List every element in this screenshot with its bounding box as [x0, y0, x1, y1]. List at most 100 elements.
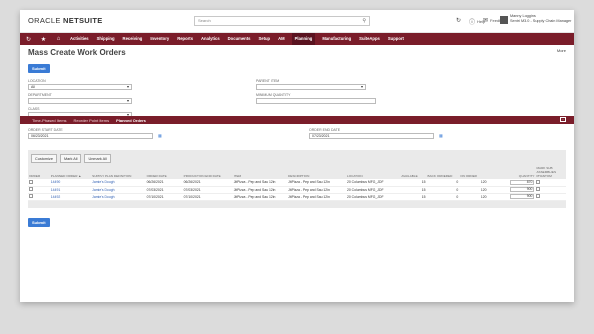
user-role: Sentri M3.0 - Supply Chain Manager	[510, 19, 572, 23]
description: JitPizza - Pep and Sau 12in	[287, 186, 346, 194]
calendar-icon[interactable]: ▦	[439, 133, 443, 138]
nav-reports[interactable]: Reports	[176, 33, 194, 45]
order-date: 07/03/2021	[145, 186, 183, 194]
nav-manufacturing[interactable]: Manufacturing	[321, 33, 352, 45]
quantity-input[interactable]: 900	[510, 187, 535, 192]
location: 20 Columbus MFG_JDF	[345, 179, 401, 187]
nav-suiteapps[interactable]: SuiteApps	[358, 33, 381, 45]
order-start-date-label: ORDER START DATE	[28, 128, 63, 132]
avatar[interactable]	[500, 16, 508, 24]
production-end-date: 07/10/2021	[182, 193, 233, 201]
production-end-date: 07/03/2021	[182, 186, 233, 194]
mark-all-button[interactable]: Mark All	[59, 154, 82, 163]
tab-reorder-point-items[interactable]: Reorder Point Items	[74, 118, 110, 123]
nav-am[interactable]: AM	[277, 33, 286, 45]
on-order: 120	[459, 193, 488, 201]
more-link[interactable]: More	[557, 48, 566, 53]
parent-item-select[interactable]: ▾	[256, 84, 366, 90]
order-end-date-field[interactable]: 07/23/2021	[309, 133, 434, 139]
user-menu[interactable]: Manny Loggins Sentri M3.0 - Supply Chain…	[510, 14, 571, 24]
page-title: Mass Create Work Orders	[28, 48, 126, 57]
oracle-netsuite-logo[interactable]: ORACLE NETSUITE	[28, 16, 103, 25]
chevron-down-icon: ▾	[360, 84, 363, 89]
col-mark-sub-assemblies-phantom[interactable]: MARK SUB ASSEMBLIES PHANTOM	[535, 165, 566, 179]
phantom-checkbox[interactable]	[536, 194, 541, 198]
order-checkbox[interactable]	[29, 187, 33, 191]
calendar-icon[interactable]: ▦	[158, 133, 162, 138]
collapse-icon[interactable]: –	[560, 117, 566, 122]
feedback-icon: ✉	[483, 18, 489, 24]
available: 15	[400, 186, 427, 194]
parent-item-label: PARENT ITEM	[256, 79, 280, 83]
filters-section: LOCATION All ▾ DEPARTMENT ▾ CLASS ▾ PAREN…	[28, 79, 566, 134]
quantity-input[interactable]: 900	[510, 194, 535, 199]
planned-order-link[interactable]: 14492	[49, 193, 92, 201]
col-planned-order[interactable]: PLANNED ORDER ▲	[49, 165, 92, 179]
nav-setup[interactable]: Setup	[257, 33, 271, 45]
submit-button-top[interactable]: Submit	[28, 64, 50, 73]
description: JitPizza - Pep and Sau 12in	[287, 193, 346, 201]
col-order[interactable]: ORDER	[28, 165, 50, 179]
search-icon[interactable]: ⚲	[362, 18, 366, 24]
planned-order-link[interactable]: 14491	[49, 186, 92, 194]
sublist-toolbar: Customize Mark All Unmark All	[28, 150, 566, 165]
unmark-all-button[interactable]: Unmark All	[84, 154, 111, 163]
available: 15	[400, 179, 427, 187]
tab-time-phased-items[interactable]: Time-Phased Items	[32, 118, 67, 123]
col-available[interactable]: AVAILABLE	[400, 165, 427, 179]
department-select[interactable]: ▾	[28, 98, 132, 104]
nav-shipping[interactable]: Shipping	[96, 33, 116, 45]
order-end-date-label: ORDER END DATE	[309, 128, 341, 132]
nav-documents[interactable]: Documents	[227, 33, 252, 45]
table-row: 14491 Jamie's Dough 07/03/2021 07/03/202…	[28, 186, 566, 194]
col-location[interactable]: LOCATION	[345, 165, 401, 179]
planned-orders-sublist: Customize Mark All Unmark All ORDER PLAN…	[28, 150, 566, 208]
home-icon[interactable]: ⌂	[54, 36, 63, 42]
customize-button[interactable]: Customize	[31, 154, 57, 163]
supply-plan-link[interactable]: Jamie's Dough	[91, 186, 146, 194]
location-select[interactable]: All ▾	[28, 84, 132, 90]
location: 20 Columbus MFG_JDF	[345, 186, 401, 194]
col-quantity[interactable]: QUANTITY	[487, 165, 536, 179]
col-production-end-date[interactable]: PRODUCTION END DATE	[182, 165, 233, 179]
submit-button-bottom[interactable]: Submit	[28, 218, 50, 227]
planned-order-link[interactable]: 14490	[49, 179, 92, 187]
global-search-input[interactable]: Search ⚲	[194, 16, 370, 26]
col-on-order[interactable]: ON ORDER	[459, 165, 488, 179]
recent-records-button[interactable]: ↻	[456, 17, 461, 24]
table-row: 14492 Jamie's Dough 07/10/2021 07/10/202…	[28, 193, 566, 201]
col-item[interactable]: ITEM	[232, 165, 288, 179]
col-back-ordered[interactable]: BACK ORDERED	[426, 165, 460, 179]
supply-plan-link[interactable]: Jamie's Dough	[91, 179, 146, 187]
phantom-checkbox[interactable]	[536, 187, 541, 191]
nav-planning[interactable]: Planning	[291, 33, 316, 45]
order-checkbox[interactable]	[29, 179, 33, 184]
table-row: 14490 Jamie's Dough 06/26/2021 06/26/202…	[28, 179, 566, 187]
minimum-quantity-label: MINIMUM QUANTITY	[256, 93, 291, 97]
back-ordered: 0	[426, 193, 460, 201]
phantom-checkbox[interactable]	[536, 179, 541, 184]
col-description[interactable]: DESCRIPTION	[287, 165, 346, 179]
order-checkbox[interactable]	[29, 194, 33, 198]
nav-support[interactable]: Support	[387, 33, 405, 45]
nav-activities[interactable]: Activities	[69, 33, 90, 45]
supply-plan-link[interactable]: Jamie's Dough	[91, 193, 146, 201]
minimum-quantity-field[interactable]	[256, 98, 376, 104]
item: JitPizza - Pep and Sau 12in	[232, 193, 288, 201]
col-order-date[interactable]: ORDER DATE	[145, 165, 183, 179]
nav-analytics[interactable]: Analytics	[200, 33, 221, 45]
department-label: DEPARTMENT	[28, 93, 52, 97]
order-start-date-field[interactable]: 06/23/2021	[28, 133, 153, 139]
nav-receiving[interactable]: Receiving	[122, 33, 144, 45]
nav-inventory[interactable]: Inventory	[149, 33, 170, 45]
table-header-row: ORDER PLANNED ORDER ▲ SUPPLY PLAN DEFINI…	[28, 165, 566, 179]
order-date: 06/26/2021	[145, 179, 183, 187]
item: JitPizza - Pep and Sau 12in	[232, 186, 288, 194]
col-supply-plan-definition[interactable]: SUPPLY PLAN DEFINITION	[91, 165, 146, 179]
recent-icon[interactable]: ↻	[24, 36, 33, 43]
favorites-icon[interactable]: ★	[39, 36, 48, 43]
back-ordered: 0	[426, 179, 460, 187]
tab-planned-orders[interactable]: Planned Orders	[116, 118, 146, 123]
quantity-input[interactable]: 870	[510, 179, 535, 185]
app-window: ORACLE NETSUITE Search ⚲ ↻ ⓘ Help ✉ Feed…	[20, 10, 574, 302]
